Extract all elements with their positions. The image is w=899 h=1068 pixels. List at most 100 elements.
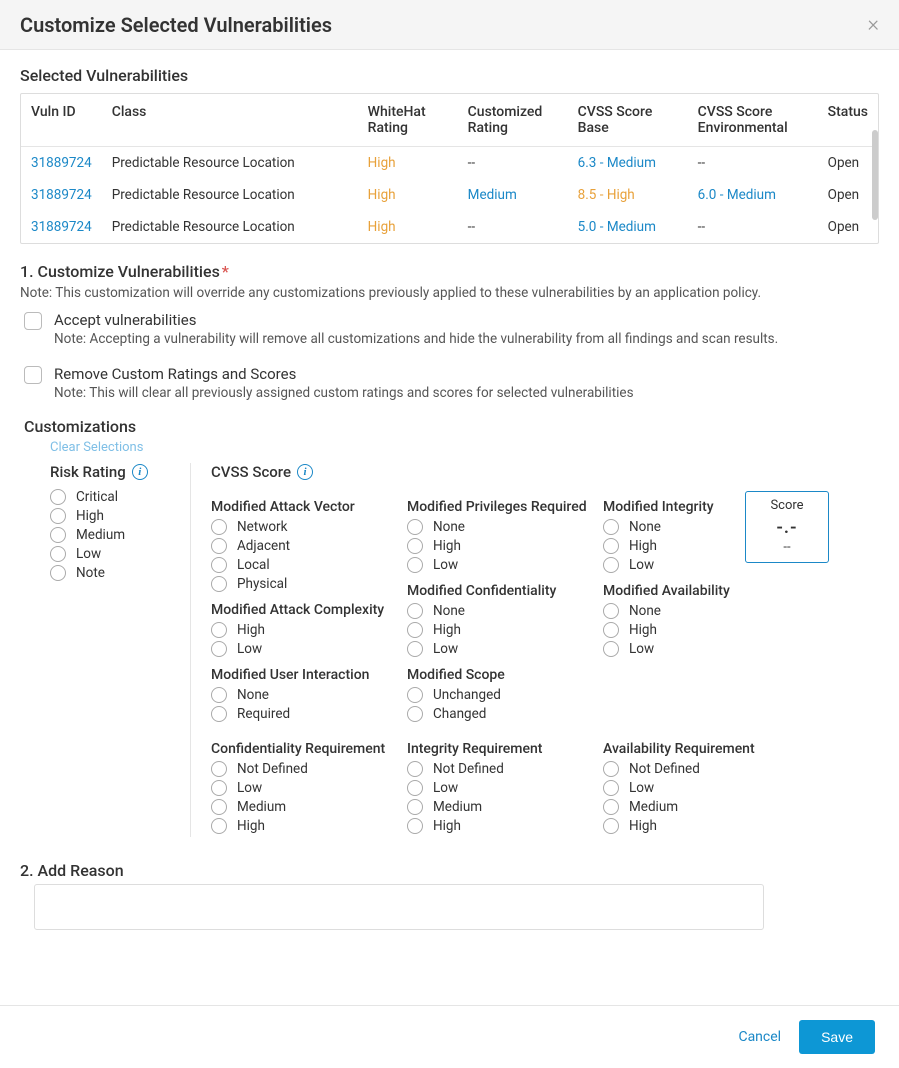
radio-label: None	[433, 603, 465, 619]
radio-label: Low	[76, 546, 101, 562]
radio-icon	[407, 641, 423, 657]
radio-label: Local	[237, 557, 270, 573]
radio-label: Low	[629, 780, 654, 796]
table-row: 31889724Predictable Resource LocationHig…	[21, 211, 878, 243]
modified-attack-complexity-high[interactable]: High	[211, 622, 391, 638]
vuln-id-link[interactable]: 31889724	[31, 155, 92, 171]
col-customized-rating: Customized Rating	[458, 94, 568, 147]
radio-icon	[50, 565, 66, 581]
radio-icon	[211, 761, 227, 777]
modified-confidentiality-high[interactable]: High	[407, 622, 587, 638]
score-box: Score -.- --	[745, 491, 829, 563]
radio-icon	[603, 603, 619, 619]
col-vuln-id: Vuln ID	[21, 94, 102, 147]
availability-requirement-not-defined[interactable]: Not Defined	[603, 761, 783, 777]
cell-cvss-base[interactable]: 6.3 - Medium	[578, 155, 656, 171]
modified-confidentiality-none[interactable]: None	[407, 603, 587, 619]
modified-availability-high[interactable]: High	[603, 622, 783, 638]
step1-title-text: 1. Customize Vulnerabilities	[20, 262, 220, 281]
integrity-requirement-not-defined[interactable]: Not Defined	[407, 761, 587, 777]
modified-attack-vector-network[interactable]: Network	[211, 519, 391, 535]
vuln-id-link[interactable]: 31889724	[31, 219, 92, 235]
remove-ratings-checkbox[interactable]	[24, 366, 42, 384]
risk-rating-note[interactable]: Note	[50, 565, 170, 581]
confidentiality-requirement-not-defined[interactable]: Not Defined	[211, 761, 391, 777]
scrollbar-thumb[interactable]	[872, 130, 878, 220]
confidentiality-requirement-high[interactable]: High	[211, 818, 391, 834]
integrity-requirement-medium[interactable]: Medium	[407, 799, 587, 815]
radio-label: High	[433, 538, 461, 554]
clear-selections-link[interactable]: Clear Selections	[50, 440, 879, 455]
radio-label: Note	[76, 565, 105, 581]
cell-cvss-base[interactable]: 5.0 - Medium	[578, 219, 656, 235]
modified-privileges-required-none[interactable]: None	[407, 519, 587, 535]
risk-rating-low[interactable]: Low	[50, 546, 170, 562]
modified-user-interaction-title: Modified User Interaction	[211, 667, 391, 683]
radio-label: Adjacent	[237, 538, 290, 554]
availability-requirement-medium[interactable]: Medium	[603, 799, 783, 815]
modified-availability-none[interactable]: None	[603, 603, 783, 619]
availability-requirement-low[interactable]: Low	[603, 780, 783, 796]
radio-icon	[211, 799, 227, 815]
radio-icon	[211, 780, 227, 796]
modified-availability-low[interactable]: Low	[603, 641, 783, 657]
radio-icon	[407, 818, 423, 834]
modified-scope-changed[interactable]: Changed	[407, 706, 587, 722]
radio-label: Low	[629, 641, 654, 657]
modified-user-interaction-required[interactable]: Required	[211, 706, 391, 722]
step2-title: 2. Add Reason	[20, 861, 879, 880]
integrity-requirement-low[interactable]: Low	[407, 780, 587, 796]
availability-requirement-high[interactable]: High	[603, 818, 783, 834]
radio-icon	[603, 519, 619, 535]
confidentiality-requirement-low[interactable]: Low	[211, 780, 391, 796]
save-button[interactable]: Save	[799, 1020, 875, 1054]
info-icon[interactable]: i	[132, 464, 148, 480]
modified-attack-vector-adjacent[interactable]: Adjacent	[211, 538, 391, 554]
accept-vulns-note: Note: Accepting a vulnerability will rem…	[54, 331, 879, 347]
accept-vulns-checkbox[interactable]	[24, 312, 42, 330]
modified-attack-vector-local[interactable]: Local	[211, 557, 391, 573]
risk-rating-medium[interactable]: Medium	[50, 527, 170, 543]
radio-icon	[407, 622, 423, 638]
confidentiality-requirement-medium[interactable]: Medium	[211, 799, 391, 815]
radio-label: Medium	[76, 527, 125, 543]
radio-icon	[211, 641, 227, 657]
radio-label: High	[629, 538, 657, 554]
modified-attack-complexity-low[interactable]: Low	[211, 641, 391, 657]
cell-cvss-env[interactable]: 6.0 - Medium	[698, 187, 776, 203]
cancel-button[interactable]: Cancel	[738, 1029, 781, 1045]
radio-label: Low	[629, 557, 654, 573]
radio-icon	[603, 538, 619, 554]
close-icon[interactable]: ×	[867, 12, 879, 37]
radio-icon	[603, 641, 619, 657]
risk-rating-title: Risk Rating	[50, 463, 126, 481]
reason-input[interactable]	[34, 884, 764, 930]
radio-icon	[211, 538, 227, 554]
radio-icon	[211, 706, 227, 722]
vuln-id-link[interactable]: 31889724	[31, 187, 92, 203]
modified-user-interaction-none[interactable]: None	[211, 687, 391, 703]
radio-icon	[407, 799, 423, 815]
radio-label: None	[629, 603, 661, 619]
modified-attack-vector-physical[interactable]: Physical	[211, 576, 391, 592]
cell-class: Predictable Resource Location	[102, 211, 358, 243]
cell-cvss-env: --	[698, 219, 705, 235]
info-icon[interactable]: i	[297, 464, 313, 480]
radio-icon	[50, 527, 66, 543]
modified-scope-title: Modified Scope	[407, 667, 587, 683]
radio-icon	[603, 622, 619, 638]
risk-rating-critical[interactable]: Critical	[50, 489, 170, 505]
modified-privileges-required-high[interactable]: High	[407, 538, 587, 554]
modified-scope-unchanged[interactable]: Unchanged	[407, 687, 587, 703]
radio-label: None	[237, 687, 269, 703]
modified-privileges-required-low[interactable]: Low	[407, 557, 587, 573]
radio-icon	[211, 622, 227, 638]
cell-customized-rating[interactable]: Medium	[468, 187, 517, 203]
radio-icon	[603, 780, 619, 796]
risk-rating-high[interactable]: High	[50, 508, 170, 524]
modified-confidentiality-low[interactable]: Low	[407, 641, 587, 657]
integrity-requirement-high[interactable]: High	[407, 818, 587, 834]
col-class: Class	[102, 94, 358, 147]
cell-cvss-base[interactable]: 8.5 - High	[578, 187, 635, 203]
radio-label: Medium	[629, 799, 678, 815]
